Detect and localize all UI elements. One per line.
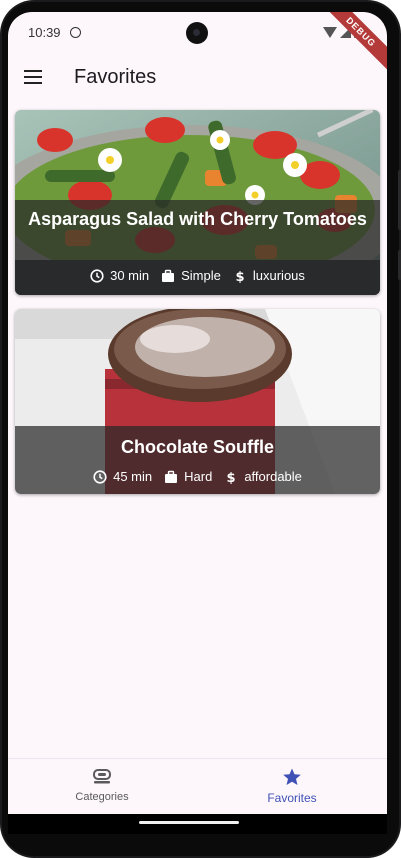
meal-info-overlay: Asparagus Salad with Cherry Tomatoes 30 … <box>15 200 380 295</box>
complexity: Hard <box>164 469 212 484</box>
nav-label-categories: Categories <box>75 791 129 803</box>
meal-meta: 30 min Simple $ luxurious <box>15 268 380 283</box>
status-time: 10:39 <box>28 25 61 40</box>
meal-card[interactable]: Chocolate Souffle 45 min Hard $ affordab… <box>15 309 380 494</box>
affordability: $ affordable <box>224 469 302 484</box>
home-indicator[interactable] <box>139 821 239 824</box>
dollar-icon: $ <box>227 471 236 484</box>
app-bar: Favorites <box>8 54 387 102</box>
complexity-label: Simple <box>181 268 221 283</box>
gesture-bar <box>8 814 387 834</box>
front-camera <box>186 22 208 44</box>
duration-label: 45 min <box>113 469 153 484</box>
bottom-navigation: Categories Favorites <box>8 758 387 815</box>
affordability-label: affordable <box>244 469 302 484</box>
duration: 45 min <box>93 469 152 484</box>
star-icon <box>283 768 301 785</box>
work-icon <box>162 269 175 282</box>
dollar-icon: $ <box>235 270 244 283</box>
status-bar: 10:39 DEBUG <box>8 12 387 74</box>
notification-icon <box>70 27 81 38</box>
dinner-dining-icon <box>93 769 111 784</box>
duration-label: 30 min <box>110 268 150 283</box>
wifi-icon <box>323 27 337 38</box>
menu-icon[interactable] <box>22 66 44 88</box>
nav-label-favorites: Favorites <box>267 791 317 805</box>
affordability-label: luxurious <box>252 268 305 283</box>
page-title: Favorites <box>74 66 157 88</box>
screen: 10:39 DEBUG Favorites Asparagus Salad wi… <box>8 12 387 834</box>
clock-icon <box>93 469 107 484</box>
meal-meta: 45 min Hard $ affordable <box>15 469 380 484</box>
meal-card[interactable]: Asparagus Salad with Cherry Tomatoes 30 … <box>15 110 380 295</box>
clock-icon <box>90 268 104 283</box>
svg-text:$: $ <box>227 471 236 484</box>
complexity: Simple <box>161 268 221 283</box>
work-icon <box>165 470 178 483</box>
meal-title: Asparagus Salad with Cherry Tomatoes <box>28 209 367 229</box>
affordability: $ luxurious <box>233 268 305 283</box>
complexity-label: Hard <box>184 469 213 484</box>
svg-text:$: $ <box>235 270 244 283</box>
duration: 30 min <box>90 268 149 283</box>
meal-title: Chocolate Souffle <box>120 437 274 457</box>
nav-item-favorites[interactable]: Favorites <box>232 767 352 805</box>
nav-item-categories[interactable]: Categories <box>42 767 162 803</box>
meal-info-overlay: Chocolate Souffle 45 min Hard $ affordab… <box>15 426 380 494</box>
